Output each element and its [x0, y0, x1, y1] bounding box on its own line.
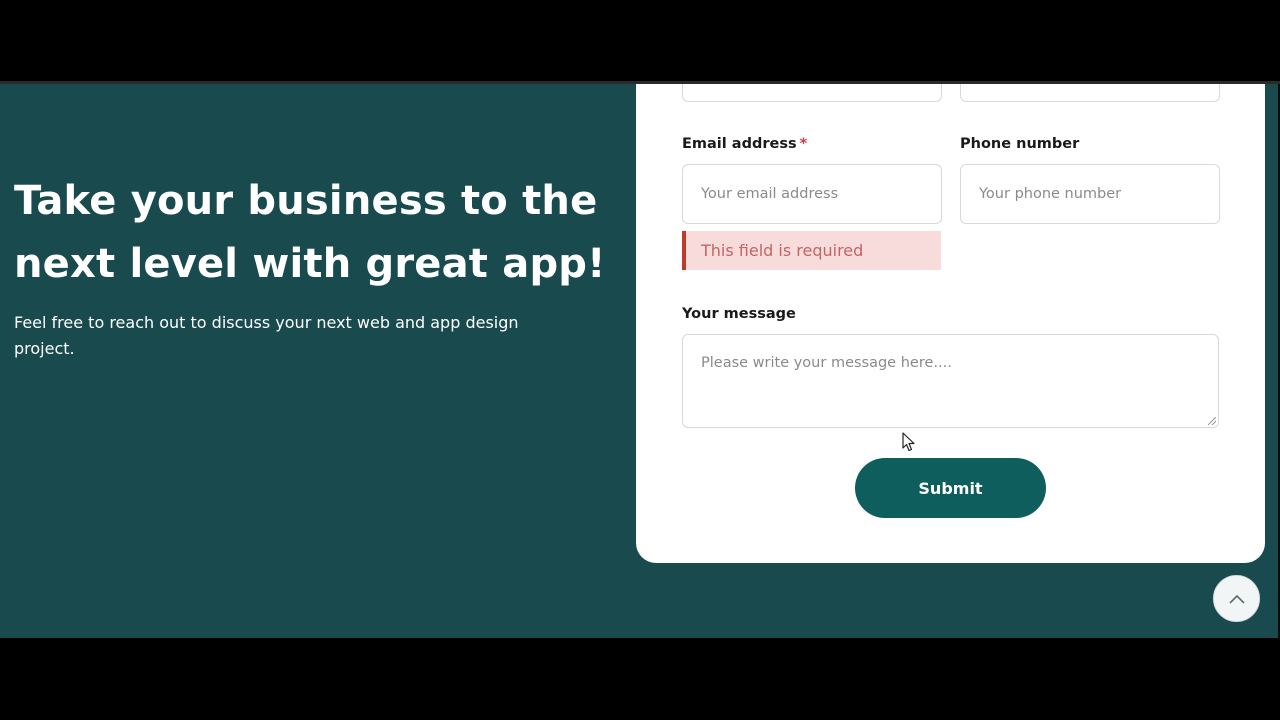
bottom-black-bar [0, 638, 1280, 720]
message-label: Your message [682, 306, 796, 322]
contact-section: Take your business to the next level wit… [0, 84, 1280, 638]
phone-label: Phone number [960, 136, 1080, 152]
submit-button[interactable]: Submit [855, 458, 1046, 518]
chevron-up-icon [1228, 594, 1245, 604]
resize-grip-icon[interactable] [1208, 417, 1216, 425]
hero-subtitle: Feel free to reach out to discuss your n… [14, 313, 519, 358]
mouse-pointer-icon [902, 432, 915, 452]
last-name-field[interactable] [960, 84, 1220, 102]
email-error-message: This field is required [682, 231, 941, 270]
email-label-text: Email address [682, 136, 797, 152]
hero-title: Take your business to the next level wit… [14, 178, 606, 287]
email-error-text: This field is required [701, 241, 864, 260]
email-label: Email address * [682, 136, 807, 152]
required-mark: * [799, 136, 808, 152]
phone-placeholder: Your phone number [979, 186, 1122, 202]
contact-form-card: Email address * Your email address This f… [636, 84, 1265, 563]
message-placeholder: Please write your message here.... [701, 355, 952, 371]
phone-field[interactable]: Your phone number [960, 164, 1220, 224]
first-name-field[interactable] [682, 84, 942, 102]
email-placeholder: Your email address [701, 186, 839, 202]
top-black-bar [0, 0, 1280, 81]
scroll-to-top-button[interactable] [1213, 575, 1260, 622]
email-field[interactable]: Your email address [682, 164, 942, 224]
message-textarea[interactable]: Please write your message here.... [682, 334, 1219, 428]
